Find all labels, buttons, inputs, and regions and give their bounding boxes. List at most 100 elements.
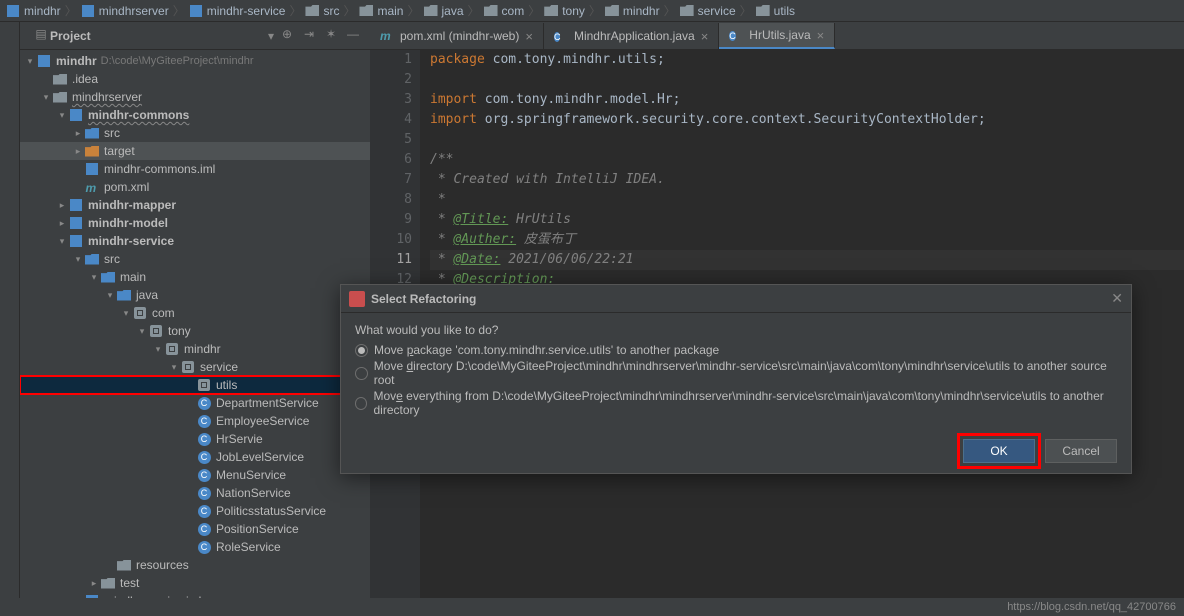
breadcrumb-sep: 〉	[738, 2, 754, 19]
breadcrumb-item[interactable]: tony	[544, 4, 585, 18]
tree-item[interactable]: ▾com	[20, 304, 370, 322]
close-icon[interactable]: ×	[525, 29, 533, 44]
class-icon: C	[554, 29, 568, 43]
radio-option[interactable]: Move package 'com.tony.mindhr.service.ut…	[355, 343, 1117, 357]
cancel-button[interactable]: Cancel	[1045, 439, 1117, 463]
close-icon[interactable]: ✕	[1111, 290, 1123, 307]
chevron-down-icon[interactable]: ▾	[268, 29, 274, 43]
module-icon	[6, 4, 20, 18]
breadcrumb-item[interactable]: mindhr	[605, 4, 660, 18]
breadcrumb-sep: 〉	[63, 2, 79, 19]
tree-item[interactable]: CPositionService	[20, 520, 370, 538]
refactor-dialog: Select Refactoring ✕ What would you like…	[340, 284, 1132, 474]
sidebar-header: ▤ Project ▾ ⊕ ⇥ ✶ —	[20, 22, 370, 50]
close-icon[interactable]: ×	[817, 28, 825, 43]
hide-icon[interactable]: —	[344, 27, 362, 45]
breadcrumb-item[interactable]: mindhr	[6, 4, 61, 18]
tree-item[interactable]: CJobLevelService	[20, 448, 370, 466]
breadcrumb-sep: 〉	[341, 2, 357, 19]
tree-item[interactable]: CPoliticsstatusService	[20, 502, 370, 520]
breadcrumb-sep: 〉	[171, 2, 187, 19]
folder-icon	[424, 4, 438, 18]
tree-item[interactable]: ▸test	[20, 574, 370, 592]
breadcrumb-item[interactable]: mindhrserver	[81, 4, 169, 18]
editor-tab[interactable]: CMindhrApplication.java×	[544, 23, 719, 49]
module-icon	[189, 4, 203, 18]
radio-icon[interactable]	[355, 344, 368, 357]
radio-option[interactable]: Move directory D:\code\MyGiteeProject\mi…	[355, 359, 1117, 387]
breadcrumb-item[interactable]: service	[680, 4, 736, 18]
radio-icon[interactable]	[355, 367, 368, 380]
folder-orange-icon	[84, 143, 100, 159]
tree-item[interactable]: .idea	[20, 70, 370, 88]
breadcrumb-item[interactable]: mindhr-service	[189, 4, 286, 18]
package-icon	[132, 305, 148, 321]
tree-item[interactable]: CRoleService	[20, 538, 370, 556]
module-icon	[36, 53, 52, 69]
breadcrumb-item[interactable]: java	[424, 4, 464, 18]
breadcrumb-item[interactable]: com	[484, 4, 525, 18]
tree-item[interactable]: mpom.xml	[20, 178, 370, 196]
class-icon: C	[196, 467, 212, 483]
tree-item[interactable]: ▸src	[20, 124, 370, 142]
tree-item[interactable]: ▾src	[20, 250, 370, 268]
editor-tab[interactable]: CHrUtils.java×	[719, 23, 835, 49]
left-gutter	[0, 22, 20, 598]
folder-blue-icon	[84, 125, 100, 141]
folder-blue-icon	[116, 287, 132, 303]
class-icon: C	[196, 413, 212, 429]
tree-item[interactable]: ▸mindhr-model	[20, 214, 370, 232]
breadcrumb-sep: 〉	[526, 2, 542, 19]
tree-item[interactable]: ▾java	[20, 286, 370, 304]
module-icon	[68, 197, 84, 213]
module-icon	[68, 107, 84, 123]
tree-item[interactable]: ▸target	[20, 142, 370, 160]
class-icon: C	[196, 449, 212, 465]
package-icon	[148, 323, 164, 339]
project-tree[interactable]: ▾mindhrD:\code\MyGiteeProject\mindhr.ide…	[20, 50, 370, 598]
folder-icon	[305, 4, 319, 18]
dialog-prompt: What would you like to do?	[355, 323, 1117, 337]
m-icon: m	[380, 29, 394, 43]
tree-item[interactable]: ▾mindhr-service	[20, 232, 370, 250]
package-icon	[180, 359, 196, 375]
close-icon[interactable]: ×	[701, 29, 709, 44]
tree-item[interactable]: CNationService	[20, 484, 370, 502]
tree-item[interactable]: ▾service	[20, 358, 370, 376]
tree-item[interactable]: ▾tony	[20, 322, 370, 340]
editor-tab[interactable]: mpom.xml (mindhr-web)×	[370, 23, 544, 49]
tree-item[interactable]: CEmployeeService	[20, 412, 370, 430]
tree-item[interactable]: ▾mindhr-commons	[20, 106, 370, 124]
breadcrumb-item[interactable]: src	[305, 4, 339, 18]
locate-icon[interactable]: ⊕	[278, 27, 296, 45]
tree-item[interactable]: ▾main	[20, 268, 370, 286]
dialog-titlebar[interactable]: Select Refactoring ✕	[341, 285, 1131, 313]
tree-item[interactable]: mindhr-commons.iml	[20, 160, 370, 178]
m-icon: m	[84, 179, 100, 195]
folder-grey-icon	[116, 557, 132, 573]
radio-icon[interactable]	[355, 397, 367, 410]
folder-icon	[52, 71, 68, 87]
tree-item[interactable]: resources	[20, 556, 370, 574]
tree-item[interactable]: ▾mindhrserver	[20, 88, 370, 106]
tree-item[interactable]: CMenuService	[20, 466, 370, 484]
status-text: https://blog.csdn.net/qq_42700766	[1007, 601, 1176, 613]
tree-item[interactable]: CHrServie	[20, 430, 370, 448]
intellij-icon	[349, 291, 365, 307]
folder-icon	[484, 4, 498, 18]
tree-item[interactable]: CDepartmentService	[20, 394, 370, 412]
gear-icon[interactable]: ✶	[322, 27, 340, 45]
tree-root[interactable]: ▾mindhrD:\code\MyGiteeProject\mindhr	[20, 52, 370, 70]
sidebar-title[interactable]: Project	[50, 29, 264, 43]
class-icon: C	[196, 431, 212, 447]
radio-option[interactable]: Move everything from D:\code\MyGiteeProj…	[355, 389, 1117, 417]
tree-item[interactable]: ▾mindhr	[20, 340, 370, 358]
project-icon: ▤	[32, 27, 50, 45]
tree-item[interactable]: utils	[20, 376, 370, 394]
collapse-icon[interactable]: ⇥	[300, 27, 318, 45]
ok-button[interactable]: OK	[963, 439, 1035, 463]
breadcrumb-item[interactable]: main	[359, 4, 403, 18]
folder-icon	[680, 4, 694, 18]
tree-item[interactable]: ▸mindhr-mapper	[20, 196, 370, 214]
breadcrumb-item[interactable]: utils	[756, 4, 795, 18]
